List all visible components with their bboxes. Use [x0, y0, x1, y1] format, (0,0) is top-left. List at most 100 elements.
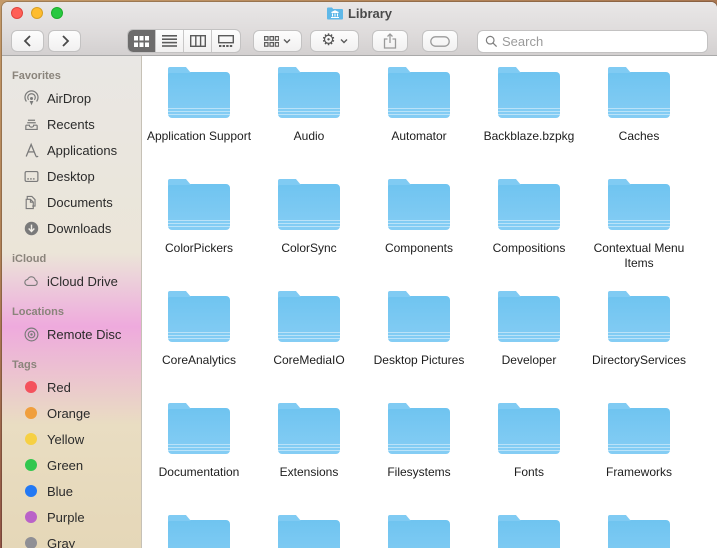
sidebar-item-green[interactable]: Green — [2, 452, 141, 478]
folder-item-partial[interactable] — [364, 514, 474, 548]
folder-icon — [608, 408, 670, 454]
downloads-icon — [23, 220, 40, 237]
documents-icon — [23, 194, 40, 211]
library-folder-icon — [327, 6, 343, 20]
sidebar-item-label: Applications — [47, 143, 117, 158]
search-input[interactable] — [502, 34, 700, 49]
folder-item-frameworks[interactable]: Frameworks — [584, 402, 694, 514]
minimize-button[interactable] — [31, 7, 43, 19]
view-switcher — [127, 29, 241, 53]
folder-icon — [498, 408, 560, 454]
folder-icon — [608, 296, 670, 342]
group-button[interactable] — [253, 30, 302, 52]
recents-icon — [23, 116, 40, 133]
folder-item-colorsync[interactable]: ColorSync — [254, 178, 364, 290]
sidebar-item-airdrop[interactable]: AirDrop — [2, 85, 141, 111]
folder-item-contextual-menu-items[interactable]: Contextual Menu Items — [584, 178, 694, 290]
tag-color-dot — [25, 485, 37, 497]
folder-grid: Application Support Audio AutomatorBackbla… — [142, 56, 717, 548]
folder-item-backblaze-bzpkg[interactable]: Backblaze.bzpkg — [474, 66, 584, 178]
zoom-button[interactable] — [51, 7, 63, 19]
window-chrome: Library — [2, 2, 717, 56]
folder-item-coreanalytics[interactable]: CoreAnalytics — [144, 290, 254, 402]
icon-view-button[interactable] — [128, 30, 156, 52]
folder-item-application-support[interactable]: Application Support — [144, 66, 254, 178]
folder-icon — [388, 520, 450, 548]
folder-item-components[interactable]: Components — [364, 178, 474, 290]
folder-item-colorpickers[interactable]: ColorPickers — [144, 178, 254, 290]
folder-icon — [608, 184, 670, 230]
folder-item-audio[interactable]: Audio — [254, 66, 364, 178]
folder-label: Fonts — [514, 465, 544, 480]
nav-buttons — [11, 30, 81, 52]
chevron-down-icon — [340, 38, 348, 44]
folder-item-partial[interactable] — [474, 514, 584, 548]
folder-icon — [278, 408, 340, 454]
titlebar[interactable]: Library — [2, 2, 717, 24]
list-view-button[interactable] — [156, 30, 184, 52]
folder-item-automator[interactable]: Automator — [364, 66, 474, 178]
folder-item-developer[interactable]: Developer — [474, 290, 584, 402]
folder-label: Compositions — [493, 241, 566, 256]
sidebar-item-label: Documents — [47, 195, 113, 210]
sidebar-item-downloads[interactable]: Downloads — [2, 215, 141, 241]
sidebar-item-desktop[interactable]: Desktop — [2, 163, 141, 189]
folder-item-coremediaio[interactable]: CoreMediaIO — [254, 290, 364, 402]
tag-color-dot — [25, 511, 37, 523]
folder-item-documentation[interactable]: Documentation — [144, 402, 254, 514]
back-button[interactable] — [11, 30, 44, 52]
column-view-button[interactable] — [184, 30, 212, 52]
sidebar-item-icloud-drive[interactable]: iCloud Drive — [2, 268, 141, 294]
sidebar-item-blue[interactable]: Blue — [2, 478, 141, 504]
folder-icon — [388, 408, 450, 454]
sidebar-item-label: Downloads — [47, 221, 111, 236]
folder-item-extensions[interactable]: Extensions — [254, 402, 364, 514]
sidebar-item-label: iCloud Drive — [47, 274, 118, 289]
airdrop-icon — [23, 90, 40, 107]
folder-item-fonts[interactable]: Fonts — [474, 402, 584, 514]
folder-item-filesystems[interactable]: Filesystems — [364, 402, 474, 514]
tag-color-dot — [25, 459, 37, 471]
traffic-lights — [11, 7, 63, 19]
folder-icon — [498, 296, 560, 342]
sidebar-item-label: Yellow — [47, 432, 84, 447]
sidebar-item-purple[interactable]: Purple — [2, 504, 141, 530]
share-icon — [383, 33, 397, 49]
folder-item-caches[interactable]: Caches — [584, 66, 694, 178]
folder-label: Audio — [294, 129, 325, 144]
gallery-view-button[interactable] — [212, 30, 240, 52]
folder-icon — [498, 520, 560, 548]
sidebar-item-documents[interactable]: Documents — [2, 189, 141, 215]
sidebar-item-yellow[interactable]: Yellow — [2, 426, 141, 452]
sidebar-item-orange[interactable]: Orange — [2, 400, 141, 426]
forward-button[interactable] — [48, 30, 81, 52]
sidebar-item-applications[interactable]: Applications — [2, 137, 141, 163]
folder-item-partial[interactable] — [584, 514, 694, 548]
search-icon — [485, 35, 498, 48]
sidebar-item-label: Desktop — [47, 169, 95, 184]
folder-label: Filesystems — [387, 465, 450, 480]
sidebar-item-red[interactable]: Red — [2, 374, 141, 400]
folder-label: ColorPickers — [165, 241, 233, 256]
close-button[interactable] — [11, 7, 23, 19]
sidebar-item-recents[interactable]: Recents — [2, 111, 141, 137]
folder-item-partial[interactable] — [254, 514, 364, 548]
search-field[interactable] — [477, 30, 708, 53]
sidebar-item-label: Red — [47, 380, 71, 395]
folder-icon — [278, 72, 340, 118]
folder-label: Desktop Pictures — [374, 353, 465, 368]
folder-item-partial[interactable] — [144, 514, 254, 548]
sidebar-item-remote-disc[interactable]: Remote Disc — [2, 321, 141, 347]
sidebar: FavoritesAirDropRecentsApplicationsDeskt… — [2, 56, 142, 548]
sidebar-item-label: Green — [47, 458, 83, 473]
folder-item-desktop-pictures[interactable]: Desktop Pictures — [364, 290, 474, 402]
folder-label: CoreAnalytics — [162, 353, 236, 368]
folder-item-compositions[interactable]: Compositions — [474, 178, 584, 290]
sidebar-item-gray[interactable]: Gray — [2, 530, 141, 548]
back-icon — [22, 34, 34, 48]
folder-label: Developer — [502, 353, 557, 368]
action-button[interactable]: ⚙ — [310, 30, 359, 52]
share-button[interactable] — [372, 30, 408, 52]
tag-button[interactable] — [422, 30, 458, 52]
folder-item-directoryservices[interactable]: DirectoryServices — [584, 290, 694, 402]
